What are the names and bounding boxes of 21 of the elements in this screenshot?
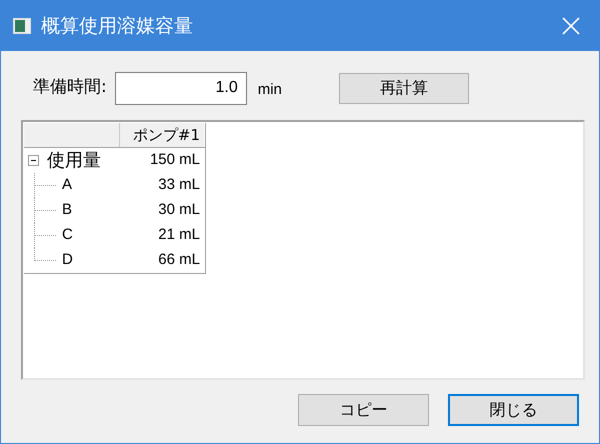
table-cell-text: 21 mL <box>157 225 201 246</box>
tree-label: A <box>62 175 72 196</box>
close-button[interactable]: 閉じる <box>448 394 579 426</box>
window-icon <box>13 18 31 34</box>
field-label: 準備時間: <box>33 76 107 100</box>
tree-label: 使用量 <box>47 149 101 172</box>
recalculate-button[interactable]: 再計算 <box>338 72 469 104</box>
close-icon[interactable] <box>561 16 581 36</box>
tree-label: D <box>62 250 73 270</box>
column-header: ポンプ#1 <box>120 123 204 147</box>
copy-button[interactable]: コピー <box>298 394 429 426</box>
table-cell-text: 30 mL <box>157 200 201 220</box>
tree-label: B <box>62 200 72 220</box>
tree-label: C <box>62 225 73 246</box>
collapse-icon[interactable] <box>28 155 39 166</box>
table-cell-text: 33 mL <box>157 175 201 196</box>
table-cell-text: 150 mL <box>148 150 201 170</box>
unit-label: min <box>258 80 282 100</box>
window-title: 概算使用溶媒容量 <box>41 14 193 39</box>
input-field[interactable]: 1.0 <box>114 72 247 104</box>
table-cell-text: 66 mL <box>157 250 201 270</box>
